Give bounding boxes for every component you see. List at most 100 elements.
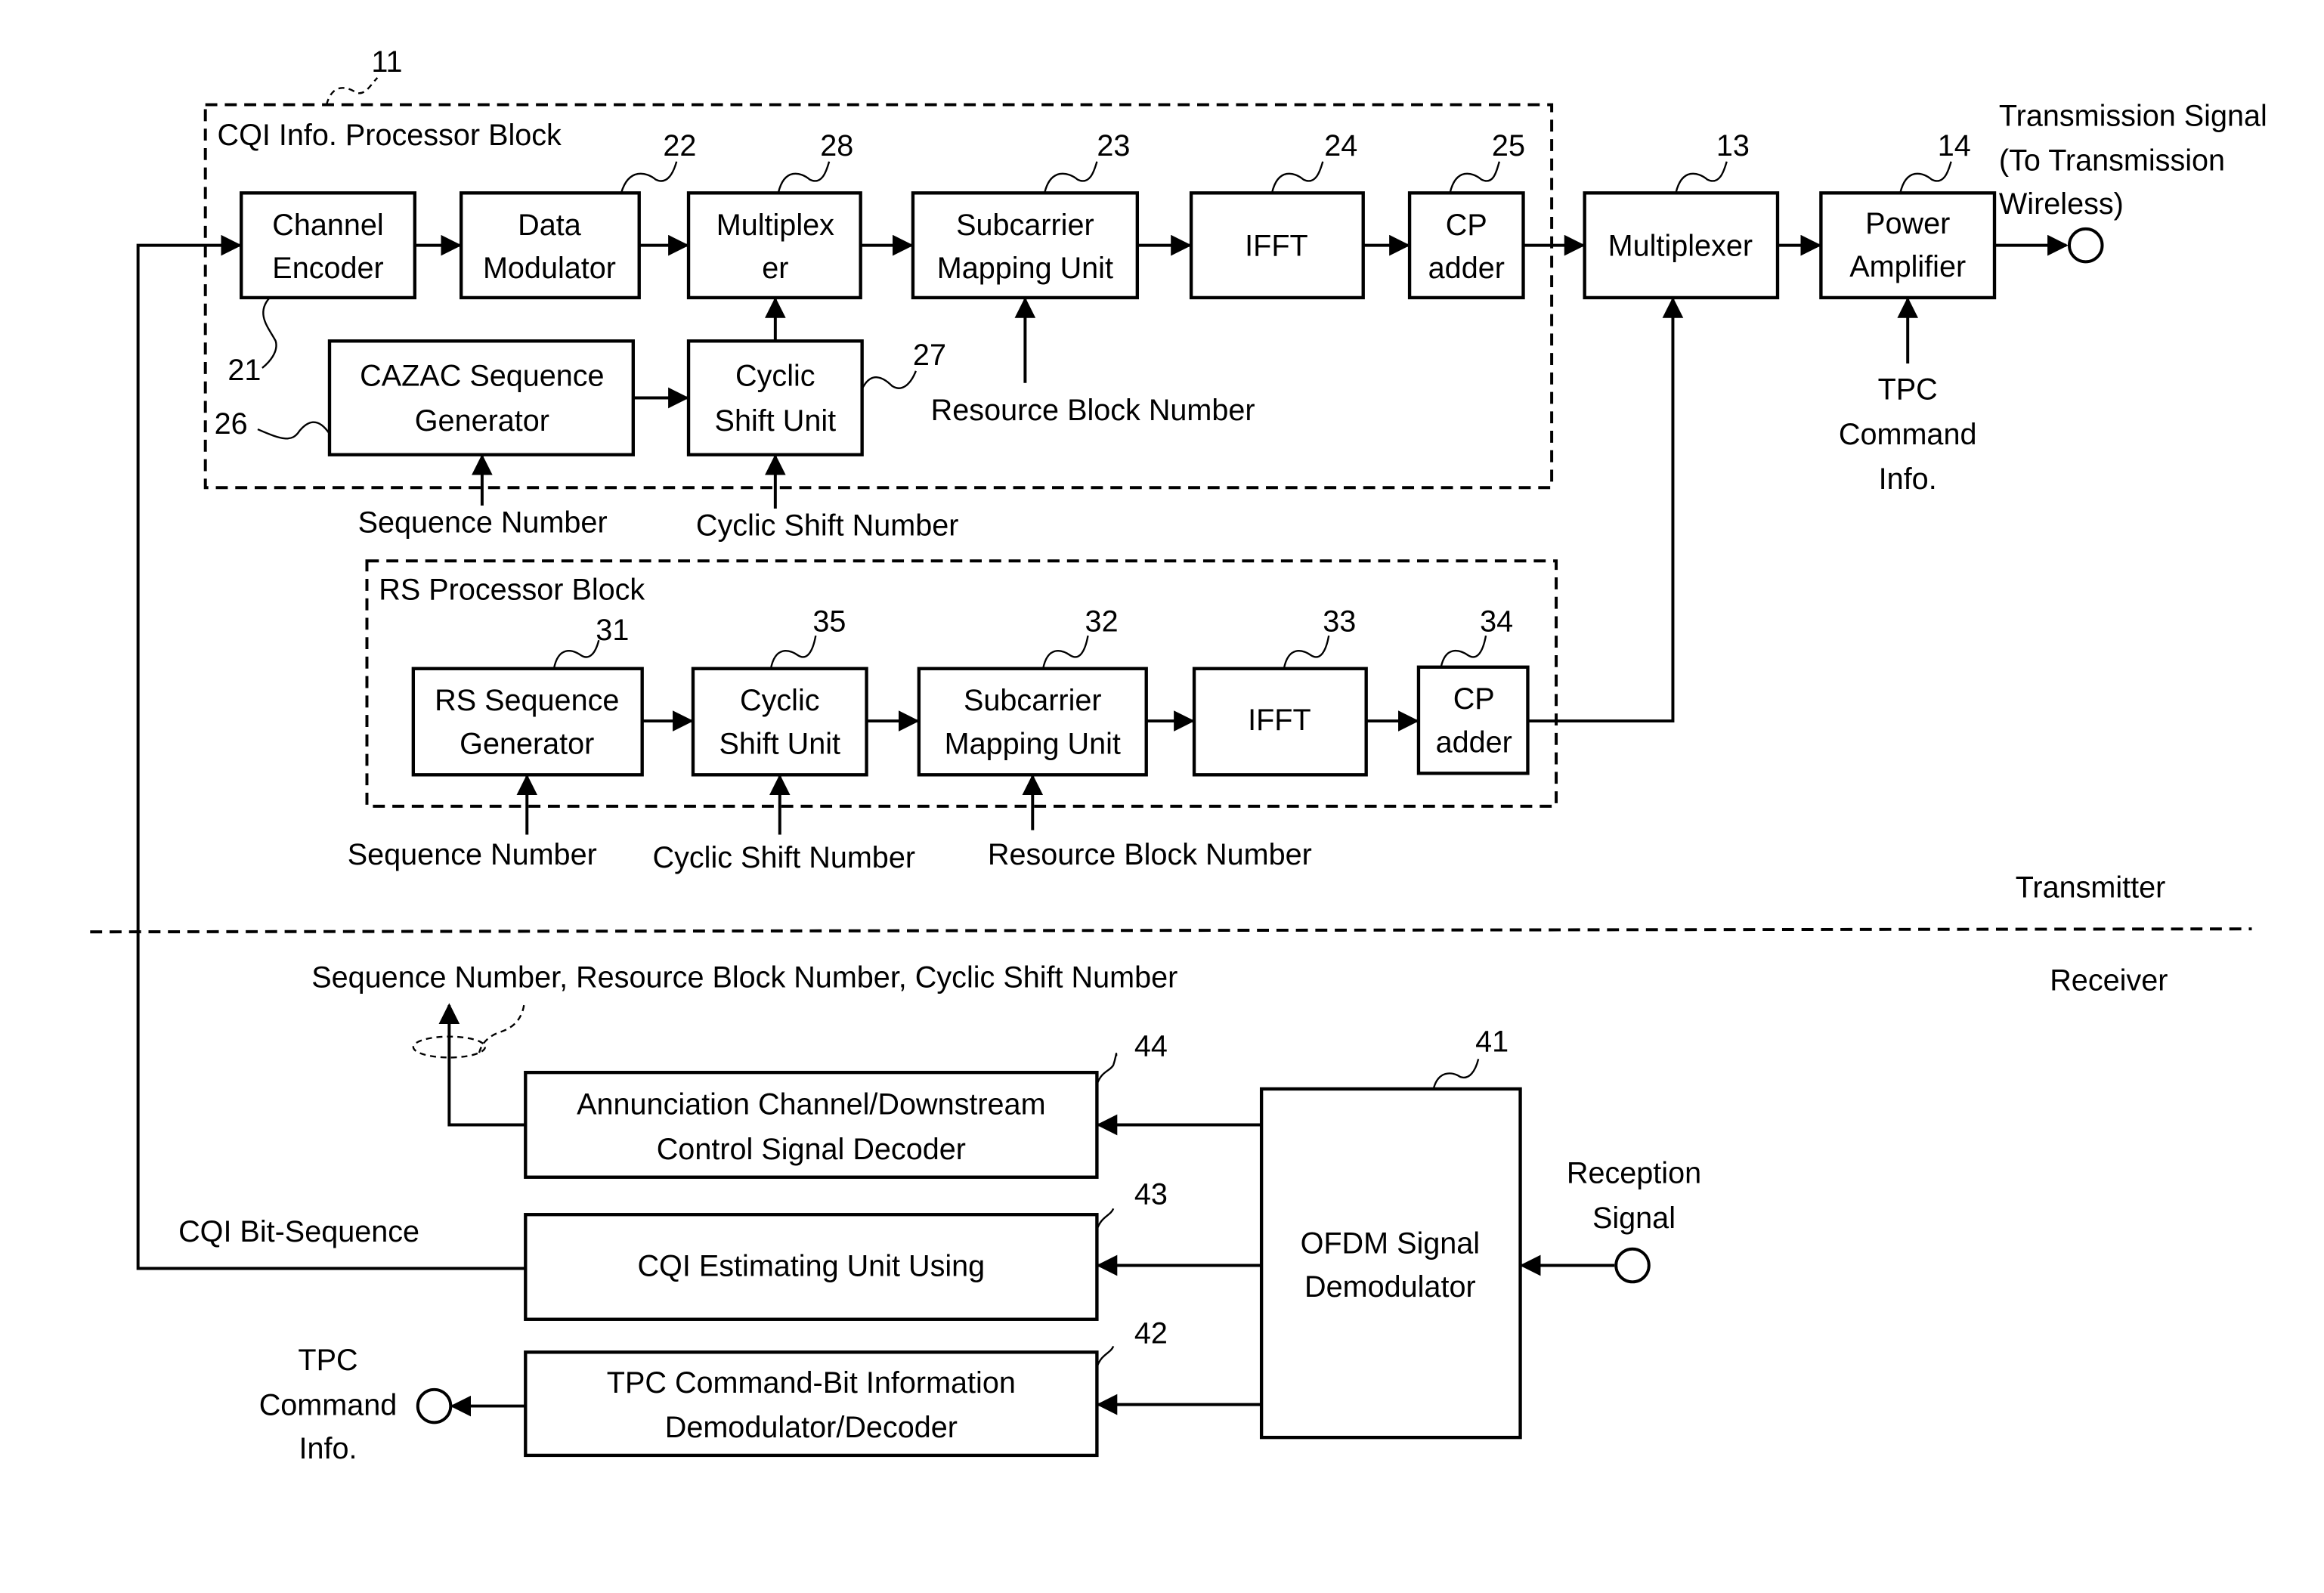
block-ifft-33: IFFT 33 <box>1192 605 1368 777</box>
svg-text:Mapping Unit: Mapping Unit <box>945 728 1121 761</box>
svg-text:23: 23 <box>1097 129 1130 162</box>
svg-text:er: er <box>762 252 788 285</box>
label-cyclic-shift-rs: Cyclic Shift Number <box>653 841 915 874</box>
block-ofdm-demodulator: OFDM Signal Demodulator 41 <box>1259 1025 1522 1440</box>
block-multiplexer-28: Multiplex er 28 <box>686 129 862 300</box>
svg-text:32: 32 <box>1085 605 1119 638</box>
svg-text:Modulator: Modulator <box>483 252 616 285</box>
block-cyclic-shift-35: Cyclic Shift Unit 35 <box>691 605 868 777</box>
svg-text:Demodulator/Decoder: Demodulator/Decoder <box>665 1411 958 1444</box>
block-subcarrier-mapping-32: Subcarrier Mapping Unit 32 <box>917 605 1148 777</box>
label-cyclic-shift-top: Cyclic Shift Number <box>696 509 958 543</box>
block-cyclic-shift-27: Cyclic Shift Unit 27 <box>686 339 946 456</box>
svg-text:Cyclic: Cyclic <box>740 684 820 717</box>
svg-text:Annunciation Channel/Downstrea: Annunciation Channel/Downstream <box>577 1088 1045 1121</box>
label-tpc-out-3: Info. <box>299 1432 357 1465</box>
svg-text:24: 24 <box>1324 129 1357 162</box>
cqi-group-label: CQI Info. Processor Block <box>218 119 562 152</box>
label-rx-signal-2: Signal <box>1592 1202 1676 1235</box>
svg-text:14: 14 <box>1938 129 1971 162</box>
svg-text:Demodulator: Demodulator <box>1304 1270 1476 1304</box>
block-data-modulator: Data Modulator 22 <box>460 129 696 300</box>
label-tpc-out-2: Command <box>259 1388 398 1421</box>
cqi-group-ref: 11 <box>371 45 402 79</box>
svg-text:27: 27 <box>913 339 946 372</box>
label-tx-signal-2: (To Transmission <box>1999 144 2225 178</box>
block-cqi-estimating: CQI Estimating Unit Using 43 <box>524 1177 1168 1321</box>
block-power-amplifier: Power Amplifier 14 <box>1819 129 1997 300</box>
svg-text:CP: CP <box>1446 209 1487 242</box>
svg-text:41: 41 <box>1475 1025 1509 1058</box>
block-diagram: CQI Info. Processor Block 11 RS Processo… <box>90 45 2267 1465</box>
label-sequence-number-rs: Sequence Number <box>348 838 597 871</box>
tx-terminal-icon <box>2067 227 2104 264</box>
label-tpc-out-1: TPC <box>298 1344 357 1377</box>
svg-text:Shift Unit: Shift Unit <box>719 728 840 761</box>
svg-text:25: 25 <box>1492 129 1525 162</box>
tpc-out-terminal-icon <box>416 1387 453 1424</box>
block-cp-adder-34: CP adder 34 <box>1416 605 1530 775</box>
block-multiplexer-13: Multiplexer 13 <box>1583 129 1780 300</box>
svg-text:Power: Power <box>1865 207 1950 240</box>
label-sequence-number-top: Sequence Number <box>358 506 608 540</box>
cqi-group-leader <box>325 77 379 105</box>
svg-text:Cyclic: Cyclic <box>735 360 815 393</box>
svg-text:adder: adder <box>1436 726 1512 759</box>
label-resource-block-rs: Resource Block Number <box>988 838 1312 871</box>
svg-text:Subcarrier: Subcarrier <box>964 684 1102 717</box>
svg-text:Subcarrier: Subcarrier <box>956 209 1094 242</box>
label-tx-signal-3: Wireless) <box>1999 187 2124 221</box>
svg-text:Multiplex: Multiplex <box>716 209 834 242</box>
label-tpc-in-2: Command <box>1839 418 1977 451</box>
svg-text:RS Sequence: RS Sequence <box>435 684 619 717</box>
svg-text:22: 22 <box>663 129 696 162</box>
svg-text:28: 28 <box>820 129 853 162</box>
svg-text:26: 26 <box>215 407 248 441</box>
svg-text:Generator: Generator <box>415 404 549 438</box>
svg-text:CP: CP <box>1453 682 1495 716</box>
wire-cp34-to-mux13 <box>1527 297 1684 723</box>
svg-text:42: 42 <box>1134 1316 1168 1350</box>
svg-text:13: 13 <box>1716 129 1750 162</box>
label-resource-block-top: Resource Block Number <box>931 394 1255 427</box>
rx-params-leader <box>478 1004 525 1053</box>
svg-text:Generator: Generator <box>460 728 594 761</box>
svg-text:21: 21 <box>227 354 261 387</box>
label-tpc-in-1: TPC <box>1878 373 1938 406</box>
svg-text:35: 35 <box>812 605 846 638</box>
rx-terminal-icon <box>1614 1247 1651 1284</box>
svg-text:IFFT: IFFT <box>1248 704 1311 737</box>
svg-text:Amplifier: Amplifier <box>1849 250 1966 283</box>
svg-text:adder: adder <box>1428 252 1505 285</box>
svg-text:OFDM Signal: OFDM Signal <box>1301 1227 1481 1260</box>
tx-rx-divider <box>90 927 2252 934</box>
block-cazac-generator: CAZAC Sequence Generator 26 <box>215 339 635 456</box>
block-ifft-24: IFFT 24 <box>1189 129 1365 300</box>
svg-text:31: 31 <box>596 614 629 647</box>
label-rx-signal-1: Reception <box>1567 1157 1701 1190</box>
svg-text:CQI Estimating Unit Using: CQI Estimating Unit Using <box>637 1249 985 1282</box>
svg-text:34: 34 <box>1480 605 1513 638</box>
rs-group-label: RS Processor Block <box>379 574 645 607</box>
section-receiver-label: Receiver <box>2050 964 2168 997</box>
label-rx-params: Sequence Number, Resource Block Number, … <box>311 960 1177 994</box>
svg-text:Channel: Channel <box>272 209 383 242</box>
svg-text:Shift Unit: Shift Unit <box>715 404 837 438</box>
svg-text:IFFT: IFFT <box>1245 229 1308 262</box>
wire-annunciation-to-params <box>438 1003 526 1127</box>
svg-text:Encoder: Encoder <box>272 252 383 285</box>
svg-text:43: 43 <box>1134 1177 1168 1211</box>
block-annunciation-decoder: Annunciation Channel/Downstream Control … <box>524 1029 1168 1179</box>
label-cqi-bits: CQI Bit-Sequence <box>178 1215 419 1248</box>
label-tx-signal-1: Transmission Signal <box>1999 99 2267 132</box>
section-transmitter-label: Transmitter <box>2016 871 2166 905</box>
svg-text:Data: Data <box>518 209 582 242</box>
svg-text:Mapping Unit: Mapping Unit <box>937 252 1113 285</box>
svg-text:Control Signal Decoder: Control Signal Decoder <box>657 1133 966 1166</box>
svg-text:Multiplexer: Multiplexer <box>1608 229 1753 262</box>
block-subcarrier-mapping-23: Subcarrier Mapping Unit 23 <box>911 129 1140 300</box>
svg-text:TPC Command-Bit Information: TPC Command-Bit Information <box>607 1366 1016 1400</box>
svg-text:CAZAC Sequence: CAZAC Sequence <box>360 360 604 393</box>
block-tpc-demodulator: TPC Command-Bit Information Demodulator/… <box>524 1316 1168 1458</box>
block-cp-adder-25: CP adder 25 <box>1407 129 1525 300</box>
